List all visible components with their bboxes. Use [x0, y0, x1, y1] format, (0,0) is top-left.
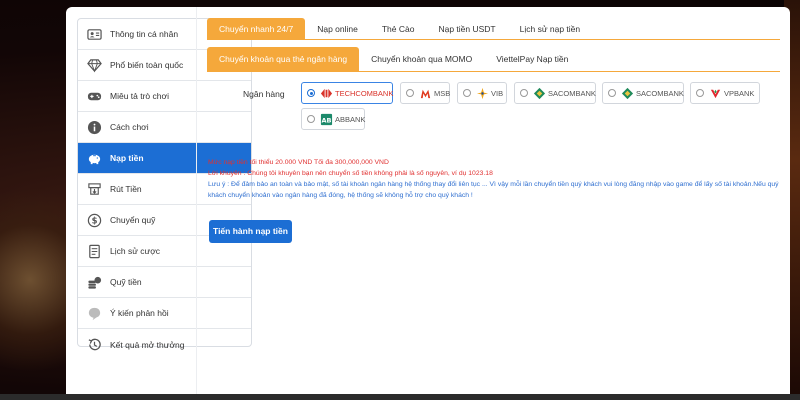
deposit-limit-note: Mức nạp tiền tối thiểu 20.000 VND Tối đa… [208, 159, 389, 166]
abbank-logo-icon: AB [319, 112, 333, 126]
transfer-channel-tabs: Chuyển khoản qua thẻ ngân hàng Chuyển kh… [207, 47, 780, 72]
bank-option-sacombank-2[interactable]: SACOMBANK [602, 82, 684, 104]
bank-option-vpbank[interactable]: VPBANK [690, 82, 760, 104]
radio-button[interactable] [696, 89, 704, 97]
tab-momo-transfer[interactable]: Chuyển khoản qua MOMO [359, 47, 484, 71]
tab-fast-transfer[interactable]: Chuyển nhanh 24/7 [207, 18, 306, 39]
deposit-method-tabs: Chuyển nhanh 24/7 Nạp online Thẻ Cào Nạp… [207, 18, 780, 40]
deposit-notes: Mức nạp tiền tối thiểu 20.000 VND Tối đa… [208, 157, 788, 201]
sidebar-item-label: Chuyển quỹ [110, 215, 156, 225]
bank-option-sacombank[interactable]: SACOMBANK [514, 82, 596, 104]
tab-online-deposit[interactable]: Nạp online [305, 18, 370, 39]
radio-button[interactable] [307, 89, 315, 97]
content-divider [196, 7, 197, 400]
document-icon [86, 243, 102, 259]
sidebar-item-label: Ý kiến phản hồi [110, 308, 169, 318]
sidebar-item-label: Thông tin cá nhân [110, 29, 179, 39]
submit-deposit-button[interactable]: Tiến hành nạp tiền [209, 220, 292, 243]
tab-usdt-deposit[interactable]: Nạp tiền USDT [426, 18, 507, 39]
history-icon [86, 337, 102, 353]
radio-button[interactable] [307, 115, 315, 123]
bank-name: TECHCOMBANK [335, 88, 394, 98]
deposit-panel: Thông tin cá nhân Phổ biến toàn quốc Miê… [66, 7, 790, 400]
taskbar [0, 394, 800, 400]
sacombank-logo-icon [532, 86, 546, 100]
promo-advice-note: Lời khuyên : Chúng tôi khuyên bạn nên ch… [208, 170, 493, 177]
security-warning-note: Lưu ý : Để đảm bảo an toàn và bảo mật, s… [208, 181, 779, 199]
main-content: Chuyển nhanh 24/7 Nạp online Thẻ Cào Nạp… [207, 18, 780, 130]
bank-option-msb[interactable]: MSB [400, 82, 450, 104]
info-icon [86, 119, 102, 135]
dollar-circle-icon: $ [86, 212, 102, 228]
sidebar-item-label: Lịch sử cược [110, 246, 161, 256]
bank-name: SACOMBANK [636, 88, 684, 98]
vpbank-logo-icon [708, 86, 722, 100]
radio-button[interactable] [608, 89, 616, 97]
piggy-bank-icon [86, 150, 102, 166]
techcombank-logo-icon [319, 86, 333, 100]
sidebar-item-label: Kết quả mở thưởng [110, 339, 185, 350]
gamepad-icon [86, 88, 102, 104]
radio-button[interactable] [406, 89, 414, 97]
withdraw-icon [86, 181, 102, 197]
bank-name: VIB [491, 88, 504, 98]
sidebar-item-label: Cách chơi [110, 122, 149, 132]
sidebar-item-label: Miêu tả trò chơi [110, 91, 169, 101]
tab-bank-card-transfer[interactable]: Chuyển khoản qua thẻ ngân hàng [207, 47, 360, 71]
tab-viettelpay-deposit[interactable]: ViettelPay Nạp tiền [484, 47, 580, 71]
sidebar-item-label: Quỹ tiền [110, 277, 142, 287]
tab-deposit-history[interactable]: Lịch sử nạp tiền [508, 18, 593, 39]
bank-name: MSB [434, 88, 451, 98]
bank-option-vib[interactable]: VIB [457, 82, 507, 104]
sidebar-item-label: Phổ biến toàn quốc [110, 60, 184, 70]
radio-button[interactable] [520, 89, 528, 97]
vib-logo-icon [475, 86, 489, 100]
bank-option-techcombank[interactable]: TECHCOMBANK [301, 82, 393, 104]
bank-label: Ngân hàng [243, 89, 285, 99]
svg-text:$: $ [91, 215, 97, 225]
sidebar-item-fund[interactable]: Quỹ tiền [78, 267, 251, 298]
user-card-icon [86, 26, 102, 42]
bank-name: SACOMBANK [548, 88, 596, 98]
radio-button[interactable] [463, 89, 471, 97]
coins-icon [86, 274, 102, 290]
msb-logo-icon [418, 86, 432, 100]
bank-name: VPBANK [724, 88, 755, 98]
bank-selector: Ngân hàng TECHCOMBANK MSB VIB SACOMBANK … [207, 82, 780, 130]
bank-name: ABBANK [335, 114, 366, 124]
svg-text:AB: AB [321, 116, 331, 124]
bank-option-abbank[interactable]: AB ABBANK [301, 108, 365, 130]
sidebar-item-label: Rút Tiền [110, 184, 142, 194]
tab-scratch-card[interactable]: Thẻ Cào [370, 18, 427, 39]
feedback-icon [86, 305, 102, 321]
sacombank-logo-icon [620, 86, 634, 100]
sidebar-item-label: Nạp tiền [110, 153, 144, 163]
sidebar-item-feedback[interactable]: Ý kiến phản hồi [78, 298, 251, 329]
diamond-icon [86, 57, 102, 73]
sidebar-item-lottery-results[interactable]: Kết quả mở thưởng [78, 329, 251, 360]
